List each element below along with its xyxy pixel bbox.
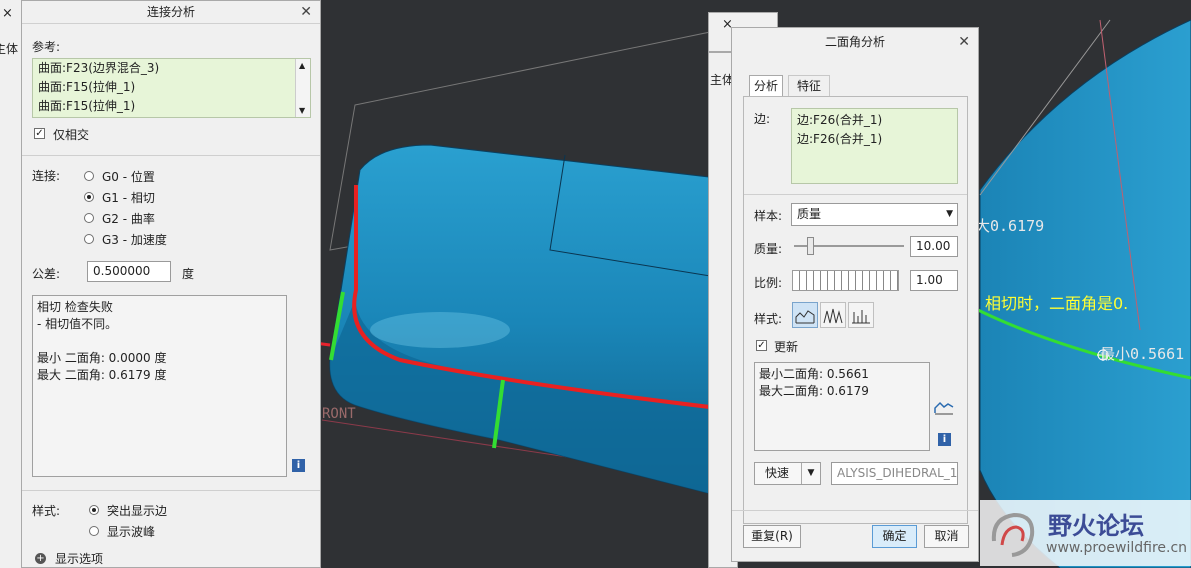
style-label: 样式: xyxy=(754,312,783,326)
update-label: 更新 xyxy=(774,340,799,354)
sample-value: 质量 xyxy=(797,207,822,221)
result-line xyxy=(37,333,282,350)
g3-label: G3 - 加速度 xyxy=(102,233,167,247)
quick-label: 快速 xyxy=(765,466,790,480)
reference-list[interactable]: 曲面:F23(边界混合_3) 曲面:F15(拉伸_1) 曲面:F15(拉伸_1)… xyxy=(32,58,311,118)
sample-label: 样本: xyxy=(754,209,783,223)
result-line: 最大 二面角: 0.6179 度 xyxy=(37,368,167,382)
feature-name-input[interactable]: ALYSIS_DIHEDRAL_1 xyxy=(831,462,958,485)
result-line: 最小二面角: 0.5661 xyxy=(759,367,869,381)
stub-label: 主体 xyxy=(0,42,19,56)
g3-radio[interactable] xyxy=(84,234,94,244)
ratio-label: 比例: xyxy=(754,276,783,290)
highlight-edge-radio[interactable] xyxy=(89,505,99,515)
panel-title-bar: 二面角分析 ✕ xyxy=(732,28,978,56)
ratio-slider[interactable] xyxy=(792,270,899,291)
result-line: - 相切值不同。 xyxy=(37,317,118,331)
annotation-text: 相切时，二面角是0. xyxy=(985,294,1129,313)
max-dihedral-readout: 大0.6179 xyxy=(975,217,1045,235)
front-datum-label: RONT xyxy=(322,406,356,422)
edge-list[interactable]: 边:F26(合并_1) 边:F26(合并_1) xyxy=(791,108,958,184)
g0-label: G0 - 位置 xyxy=(102,170,155,184)
tab-analysis[interactable]: 分析 xyxy=(749,75,783,96)
list-item[interactable]: 曲面:F15(拉伸_1) xyxy=(33,78,310,97)
list-item[interactable]: 边:F26(合并_1) xyxy=(792,111,957,130)
style-curve-button[interactable] xyxy=(792,302,818,328)
info-icon[interactable]: i xyxy=(292,459,305,472)
result-box: 相切 检查失败 - 相切值不同。 最小 二面角: 0.0000 度 最大 二面角… xyxy=(32,295,287,477)
panel-title: 二面角分析 xyxy=(824,35,885,49)
graph-button[interactable] xyxy=(934,398,954,416)
quick-select[interactable]: 快速 ▼ xyxy=(754,462,821,485)
tolerance-label: 公差: xyxy=(32,267,61,281)
panel-title-bar: 连接分析 ✕ xyxy=(22,1,320,24)
highlight-edge-label: 突出显示边 xyxy=(107,504,168,518)
dihedral-analysis-panel: 二面角分析 ✕ 分析 特征 边: 边:F26(合并_1) 边:F26(合并_1)… xyxy=(731,27,979,562)
spike-style-icon xyxy=(823,308,843,324)
tolerance-input[interactable]: 0.500000 xyxy=(87,261,171,282)
list-item[interactable]: 曲面:F23(边界混合_3) xyxy=(33,59,310,78)
info-icon[interactable]: i xyxy=(938,433,951,446)
update-checkbox[interactable]: ✓ xyxy=(756,340,767,351)
forum-logo-icon xyxy=(991,512,1035,557)
curve-style-icon xyxy=(795,310,815,324)
quality-label: 质量: xyxy=(754,242,783,256)
left-background-window: × 主体 xyxy=(0,0,21,568)
watermark-url: www.proewildfire.cn xyxy=(1046,540,1188,556)
g1-label: G1 - 相切 xyxy=(102,191,155,205)
close-icon[interactable]: ✕ xyxy=(958,28,970,56)
slider-thumb[interactable] xyxy=(807,237,814,255)
connect-label: 连接: xyxy=(32,169,61,183)
only-intersect-checkbox[interactable]: ✓ xyxy=(34,128,45,139)
close-icon[interactable]: ✕ xyxy=(300,1,312,23)
style-label: 样式: xyxy=(32,504,61,518)
show-peak-radio[interactable] xyxy=(89,526,99,536)
graph-icon xyxy=(934,401,954,415)
connection-analysis-panel: 连接分析 ✕ 参考: 曲面:F23(边界混合_3) 曲面:F15(拉伸_1) 曲… xyxy=(21,0,321,568)
watermark-title: 野火论坛 xyxy=(1048,512,1144,540)
style-spike-button[interactable] xyxy=(820,302,846,328)
result-line: 相切 检查失败 xyxy=(37,300,113,314)
only-intersect-label: 仅相交 xyxy=(53,128,90,142)
show-peak-label: 显示波峰 xyxy=(107,525,156,539)
display-options-label[interactable]: 显示选项 xyxy=(55,550,103,567)
list-item[interactable]: 边:F26(合并_1) xyxy=(792,130,957,149)
ok-button[interactable]: 确定 xyxy=(872,525,917,548)
reference-label: 参考: xyxy=(32,40,61,54)
chevron-down-icon[interactable]: ▼ xyxy=(801,463,820,484)
expand-icon[interactable]: + xyxy=(35,553,46,564)
g0-radio[interactable] xyxy=(84,171,94,181)
tab-feature[interactable]: 特征 xyxy=(788,75,830,96)
chevron-down-icon[interactable]: ▼ xyxy=(946,204,953,225)
watermark: 野火论坛 www.proewildfire.cn xyxy=(980,500,1191,566)
result-box: 最小二面角: 0.5661 最大二面角: 0.6179 xyxy=(754,362,930,451)
list-item[interactable]: 曲面:F15(拉伸_1) xyxy=(33,97,310,116)
tolerance-unit: 度 xyxy=(182,267,195,281)
bar-style-icon xyxy=(852,310,870,324)
result-line: 最小 二面角: 0.0000 度 xyxy=(37,351,167,365)
close-icon[interactable]: × xyxy=(2,6,13,21)
scroll-up-icon[interactable]: ▲ xyxy=(299,61,305,70)
g1-radio[interactable] xyxy=(84,192,94,202)
min-dihedral-readout: 最小0.5661 xyxy=(1100,345,1185,363)
scrollbar[interactable]: ▲ ▼ xyxy=(295,59,310,117)
style-bar-button[interactable] xyxy=(848,302,874,328)
quality-input[interactable]: 10.00 xyxy=(910,236,958,257)
g2-radio[interactable] xyxy=(84,213,94,223)
edge-label: 边: xyxy=(754,112,771,126)
scroll-down-icon[interactable]: ▼ xyxy=(299,106,305,115)
ratio-input[interactable]: 1.00 xyxy=(910,270,958,291)
result-line: 最大二面角: 0.6179 xyxy=(759,384,869,398)
panel-title: 连接分析 xyxy=(146,5,195,19)
sample-select[interactable]: 质量 ▼ xyxy=(791,203,958,226)
g2-label: G2 - 曲率 xyxy=(102,212,155,226)
repeat-button[interactable]: 重复(R) xyxy=(743,525,801,548)
cancel-button[interactable]: 取消 xyxy=(924,525,969,548)
